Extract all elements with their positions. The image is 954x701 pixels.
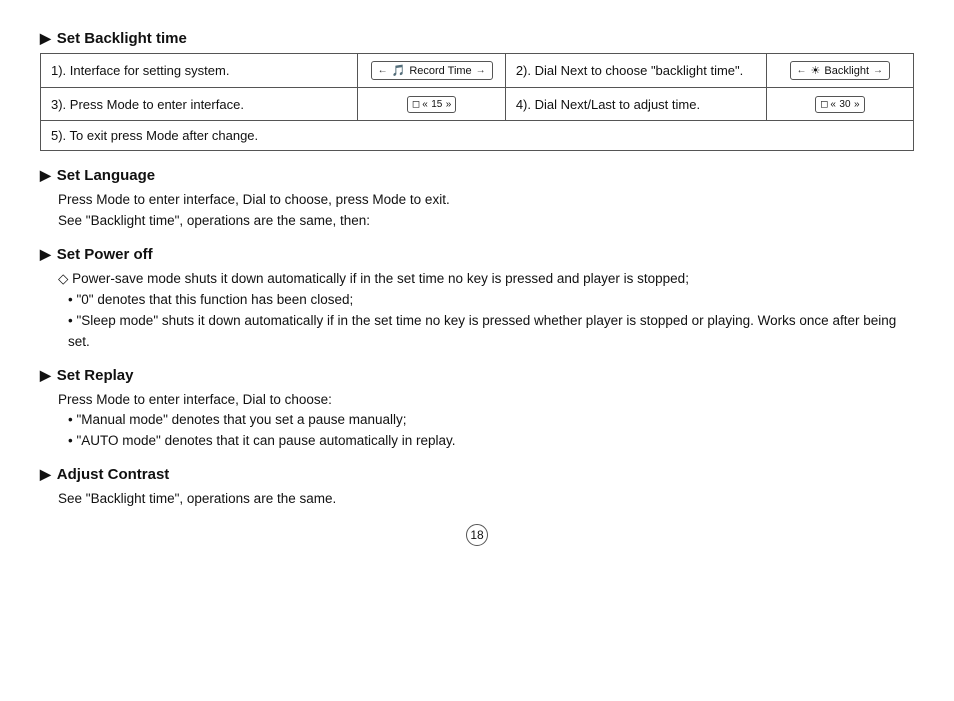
- page-number-circle: 18: [466, 524, 488, 546]
- slider-icon-left: ◻: [412, 99, 420, 110]
- replay-body: Press Mode to enter interface, Dial to c…: [58, 390, 914, 453]
- table-row-1: 1). Interface for setting system. ← 🎵 Re…: [41, 54, 914, 88]
- slider-right2: »: [854, 99, 860, 110]
- contrast-title: ▶ Adjust Contrast: [40, 466, 914, 483]
- power-off-title: ▶ Set Power off: [40, 246, 914, 263]
- arrow-icon-contrast: ▶: [40, 466, 51, 483]
- power-off-line2: • "0" denotes that this function has bee…: [68, 290, 914, 311]
- arrow-icon-replay: ▶: [40, 367, 51, 384]
- cell-1-text: 1). Interface for setting system.: [41, 54, 358, 88]
- cell-2-text: 2). Dial Next to choose "backlight time"…: [505, 54, 766, 88]
- backlight-icon: ☀: [811, 64, 821, 77]
- arrow-icon-power: ▶: [40, 246, 51, 263]
- backlight-section: ▶ Set Backlight time 1). Interface for s…: [40, 30, 914, 151]
- table-row-3: 5). To exit press Mode after change.: [41, 121, 914, 151]
- power-off-section: ▶ Set Power off ◇ Power-save mode shuts …: [40, 246, 914, 353]
- cell-3-text: 3). Press Mode to enter interface.: [41, 88, 358, 121]
- backlight-widget: ← ☀ Backlight →: [790, 61, 891, 80]
- cell-1-ui: ← 🎵 Record Time →: [358, 54, 505, 88]
- slider-widget-30: ◻ « 30 »: [815, 96, 864, 113]
- record-time-widget: ← 🎵 Record Time →: [371, 61, 493, 80]
- backlight-table: 1). Interface for setting system. ← 🎵 Re…: [40, 53, 914, 151]
- arrow-icon: ▶: [40, 30, 51, 47]
- left-arrow: ←: [378, 65, 388, 76]
- table-row-2: 3). Press Mode to enter interface. ◻ « 1…: [41, 88, 914, 121]
- page-number-area: 18: [40, 524, 914, 546]
- music-icon: 🎵: [392, 64, 406, 77]
- cell-4-ui: ◻ « 30 »: [766, 88, 913, 121]
- slider-left: «: [422, 99, 428, 110]
- slider-widget-15: ◻ « 15 »: [407, 96, 456, 113]
- left-arrow2: ←: [797, 65, 807, 76]
- power-off-body: ◇ Power-save mode shuts it down automati…: [58, 269, 914, 353]
- arrow-icon-lang: ▶: [40, 167, 51, 184]
- cell-2-ui: ← ☀ Backlight →: [766, 54, 913, 88]
- right-arrow: →: [476, 65, 486, 76]
- replay-title: ▶ Set Replay: [40, 367, 914, 384]
- power-off-line1: ◇ Power-save mode shuts it down automati…: [58, 269, 914, 290]
- cell-3-ui: ◻ « 15 »: [358, 88, 505, 121]
- cell-4-text: 4). Dial Next/Last to adjust time.: [505, 88, 766, 121]
- language-title: ▶ Set Language: [40, 167, 914, 184]
- language-section: ▶ Set Language Press Mode to enter inter…: [40, 167, 914, 232]
- replay-line3: • "AUTO mode" denotes that it can pause …: [68, 431, 914, 452]
- cell-5-text: 5). To exit press Mode after change.: [41, 121, 914, 151]
- contrast-section: ▶ Adjust Contrast See "Backlight time", …: [40, 466, 914, 510]
- replay-line2: • "Manual mode" denotes that you set a p…: [68, 410, 914, 431]
- slider-icon-left2: ◻: [820, 99, 828, 110]
- slider-left2: «: [830, 99, 836, 110]
- power-off-line3: • "Sleep mode" shuts it down automatical…: [68, 311, 914, 353]
- backlight-title: ▶ Set Backlight time: [40, 30, 914, 47]
- replay-line1: Press Mode to enter interface, Dial to c…: [58, 390, 914, 411]
- slider-right: »: [446, 99, 452, 110]
- language-body: Press Mode to enter interface, Dial to c…: [58, 190, 914, 232]
- contrast-body: See "Backlight time", operations are the…: [58, 489, 914, 510]
- replay-section: ▶ Set Replay Press Mode to enter interfa…: [40, 367, 914, 453]
- right-arrow2: →: [873, 65, 883, 76]
